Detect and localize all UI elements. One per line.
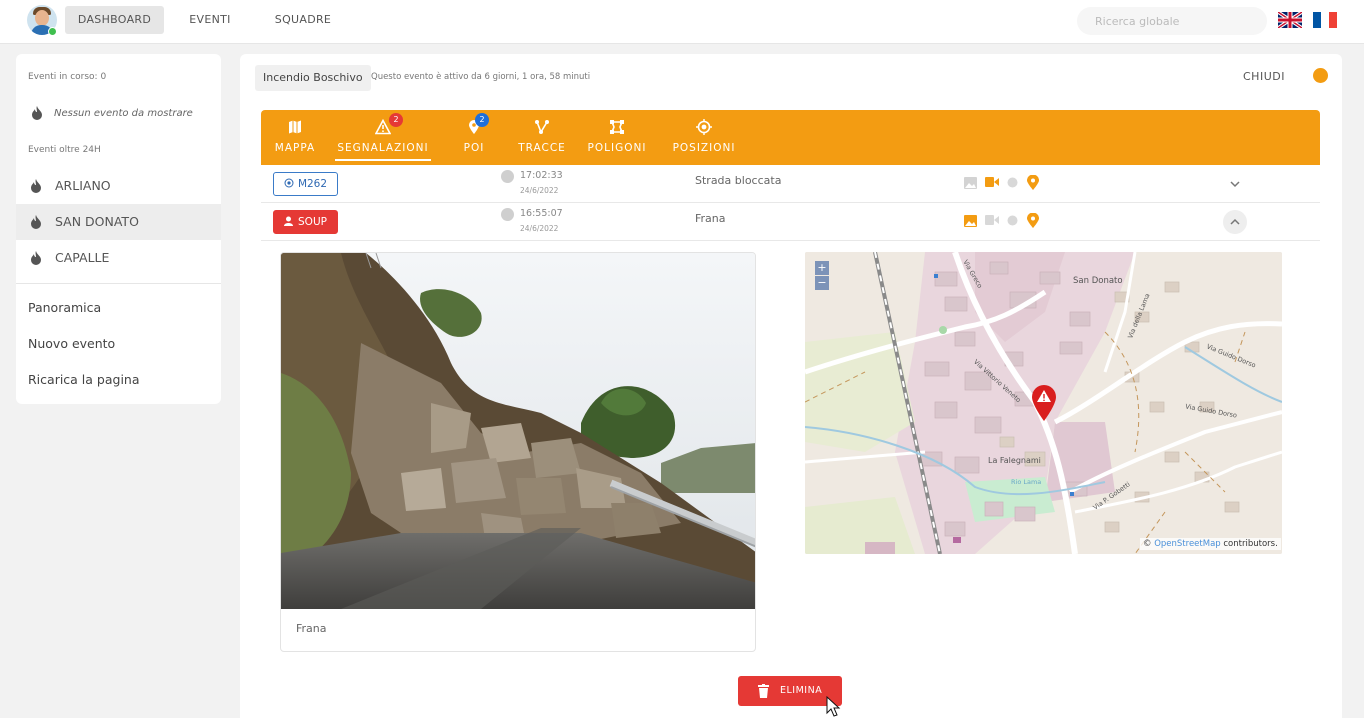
flame-icon — [31, 179, 41, 193]
chevron-down-icon — [1230, 181, 1240, 188]
report-photo-card: Frana — [280, 252, 756, 652]
radio-icon — [284, 178, 294, 188]
clock-icon — [501, 170, 514, 183]
map-label-san-donato: San Donato — [1073, 276, 1123, 286]
audio-icon — [1007, 215, 1018, 226]
link-ricarica-pagina[interactable]: Ricarica la pagina — [28, 372, 140, 387]
sidebar-divider — [16, 283, 221, 284]
event-status-text: Questo evento è attivo da 6 giorni, 1 or… — [371, 72, 591, 82]
tab-poligoni[interactable]: POLIGONI — [586, 110, 648, 165]
tab-label: POSIZIONI — [672, 142, 736, 154]
report-time: 17:02:33 — [520, 170, 563, 181]
map-zoom-out-button[interactable]: − — [815, 276, 829, 290]
tracks-icon — [535, 120, 549, 134]
tab-badge: 2 — [475, 113, 489, 127]
online-status-dot — [48, 27, 57, 36]
tab-label: TRACCE — [518, 142, 566, 154]
report-date: 24/6/2022 — [520, 224, 559, 233]
location-pin-icon — [1027, 213, 1039, 228]
chevron-up-icon — [1230, 218, 1240, 225]
tab-poi[interactable]: 2 POI — [457, 110, 491, 165]
event-status-dot — [1313, 68, 1328, 83]
image-icon — [964, 177, 977, 189]
audio-icon — [1007, 177, 1018, 188]
location-pin-icon — [1027, 175, 1039, 190]
tab-segnalazioni[interactable]: 2 SEGNALAZIONI — [335, 110, 431, 165]
attribution-prefix: © — [1143, 539, 1152, 549]
tab-tracce[interactable]: TRACCE — [517, 110, 567, 165]
flame-icon — [31, 215, 41, 229]
global-search-input[interactable] — [1077, 7, 1267, 35]
report-row[interactable]: SOUP 16:55:07 24/6/2022 Frana — [261, 203, 1320, 241]
map-zoom-in-button[interactable]: + — [815, 261, 829, 275]
report-location-map[interactable]: + − San Donato La Falegnami Via Vittorio… — [805, 252, 1282, 554]
flame-icon — [31, 251, 41, 265]
tab-label: MAPPA — [274, 142, 316, 154]
report-tag-m262[interactable]: M262 — [273, 172, 338, 196]
uk-flag-icon[interactable] — [1278, 12, 1302, 28]
events-ongoing-label: Eventi in corso: 0 — [28, 72, 107, 82]
report-description: Frana — [695, 212, 726, 225]
sidebar-item-label: CAPALLE — [55, 250, 110, 265]
user-icon — [284, 216, 294, 226]
sidebar: Eventi in corso: 0 Nessun evento da most… — [16, 54, 221, 404]
position-icon — [696, 119, 712, 135]
tab-bar: MAPPA 2 SEGNALAZIONI 2 POI TRACCE POLIGO… — [261, 110, 1320, 165]
report-tag-label: M262 — [297, 178, 328, 190]
link-nuovo-evento[interactable]: Nuovo evento — [28, 336, 115, 351]
clock-icon — [501, 208, 514, 221]
link-panoramica[interactable]: Panoramica — [28, 300, 101, 315]
openstreetmap-link[interactable]: OpenStreetMap — [1154, 539, 1220, 549]
polygon-icon — [610, 120, 624, 134]
tab-posizioni[interactable]: POSIZIONI — [671, 110, 737, 165]
map-icon — [289, 120, 301, 134]
flame-icon — [32, 106, 42, 120]
report-row[interactable]: M262 17:02:33 24/6/2022 Strada bloccata — [261, 165, 1320, 203]
delete-button-label: ELIMINA — [780, 685, 823, 696]
map-label-rio-lama: Rio Lama — [1011, 478, 1042, 486]
report-tag-soup[interactable]: SOUP — [273, 210, 338, 234]
video-icon — [985, 177, 999, 187]
nav-squadre[interactable]: SQUADRE — [272, 6, 334, 34]
event-name-chip: Incendio Boschivo — [255, 65, 371, 91]
report-date: 24/6/2022 — [520, 186, 559, 195]
report-tag-label: SOUP — [298, 216, 327, 228]
nav-eventi[interactable]: EVENTI — [185, 6, 235, 34]
sidebar-item-capalle[interactable]: CAPALLE — [16, 240, 221, 276]
map-attribution: © OpenStreetMap contributors. — [1140, 538, 1281, 550]
image-icon — [964, 215, 977, 227]
collapse-chevron-button[interactable] — [1223, 210, 1247, 234]
landslide-photo[interactable] — [281, 253, 756, 609]
tab-label: POLIGONI — [587, 142, 647, 154]
nav-dashboard[interactable]: DASHBOARD — [65, 6, 164, 34]
top-bar: DASHBOARD EVENTI SQUADRE — [0, 0, 1364, 44]
tab-badge: 2 — [389, 113, 403, 127]
sidebar-item-label: ARLIANO — [55, 178, 111, 193]
report-time: 16:55:07 — [520, 208, 563, 219]
close-event-button[interactable]: CHIUDI — [1243, 70, 1285, 83]
photo-caption: Frana — [296, 622, 327, 635]
report-description: Strada bloccata — [695, 174, 782, 187]
tab-mappa[interactable]: MAPPA — [269, 110, 321, 165]
fr-flag-icon[interactable] — [1313, 12, 1337, 28]
no-events-message: Nessun evento da mostrare — [54, 108, 193, 119]
video-icon — [985, 215, 999, 225]
avatar-face — [35, 10, 49, 26]
sidebar-item-san-donato[interactable]: SAN DONATO — [16, 204, 221, 240]
report-marker-icon[interactable] — [1031, 385, 1057, 421]
sidebar-item-arliano[interactable]: ARLIANO — [16, 168, 221, 204]
sidebar-item-label: SAN DONATO — [55, 214, 139, 229]
attribution-suffix: contributors. — [1223, 539, 1278, 549]
tab-label: SEGNALAZIONI — [337, 142, 429, 154]
tab-label: POI — [463, 142, 485, 154]
trash-icon — [758, 684, 769, 698]
map-label-falegnami: La Falegnami — [988, 456, 1041, 465]
events-24h-label: Eventi oltre 24H — [28, 145, 101, 155]
mouse-pointer-icon — [826, 696, 841, 717]
expand-chevron-button[interactable] — [1223, 172, 1247, 196]
